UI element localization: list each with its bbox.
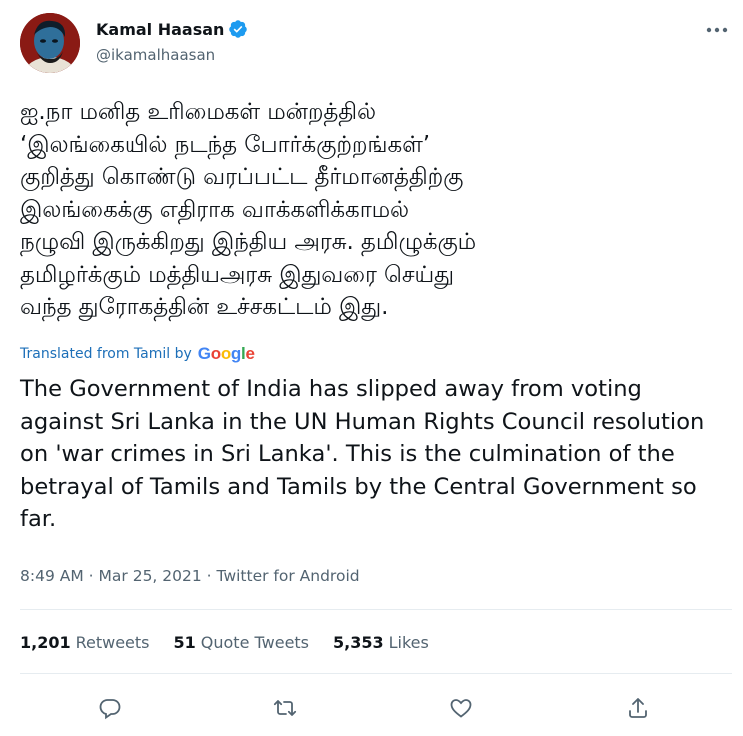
avatar-image	[20, 13, 80, 73]
likes-count: 5,353	[333, 633, 384, 652]
translation-attribution[interactable]: Translated from Tamil by Google	[20, 344, 255, 364]
share-button[interactable]	[620, 690, 656, 726]
likes-stat[interactable]: 5,353 Likes	[333, 633, 429, 652]
tweet-date[interactable]: Mar 25, 2021	[99, 567, 202, 585]
meta-separator: ·	[88, 567, 94, 585]
reply-button[interactable]	[92, 690, 128, 726]
like-button[interactable]	[443, 690, 479, 726]
divider	[20, 609, 732, 610]
quote-tweets-count: 51	[173, 633, 196, 652]
retweet-button[interactable]	[267, 690, 303, 726]
tweet-text-translation: The Government of India has slipped away…	[20, 376, 705, 532]
author-name-row[interactable]: Kamal Haasan	[96, 19, 248, 39]
tweet-time[interactable]: 8:49 AM	[20, 567, 84, 585]
likes-label: Likes	[388, 633, 429, 652]
meta-separator: ·	[206, 567, 212, 585]
like-icon	[450, 699, 472, 718]
tweet-source[interactable]: Twitter for Android	[217, 567, 360, 585]
tweet-meta: 8:49 AM · Mar 25, 2021 · Twitter for And…	[20, 567, 360, 585]
author-handle[interactable]: @ikamalhaasan	[96, 46, 215, 64]
divider	[20, 673, 732, 674]
share-icon	[629, 698, 647, 718]
reply-icon	[99, 699, 121, 720]
google-logo: Google	[197, 344, 255, 363]
retweets-label: Retweets	[75, 633, 150, 652]
retweets-count: 1,201	[20, 633, 71, 652]
avatar[interactable]	[20, 13, 80, 73]
quote-tweets-stat[interactable]: 51 Quote Tweets	[174, 633, 310, 652]
author-name[interactable]: Kamal Haasan	[96, 20, 224, 39]
translated-label[interactable]: Translated from Tamil by	[20, 346, 192, 362]
retweet-icon	[273, 700, 297, 716]
more-options-button[interactable]	[700, 16, 734, 44]
more-dots-icon	[706, 27, 728, 33]
retweets-stat[interactable]: 1,201 Retweets	[20, 633, 150, 652]
verified-badge-icon	[229, 20, 248, 38]
tweet-stats: 1,201 Retweets 51 Quote Tweets 5,353 Lik…	[20, 633, 453, 652]
tweet-actions	[0, 690, 743, 726]
quote-tweets-label: Quote Tweets	[200, 633, 310, 652]
tweet-text-tamil: ஐ.நா மனித உரிமைகள் மன்றத்தில் ‘இலங்கையில…	[20, 99, 477, 320]
